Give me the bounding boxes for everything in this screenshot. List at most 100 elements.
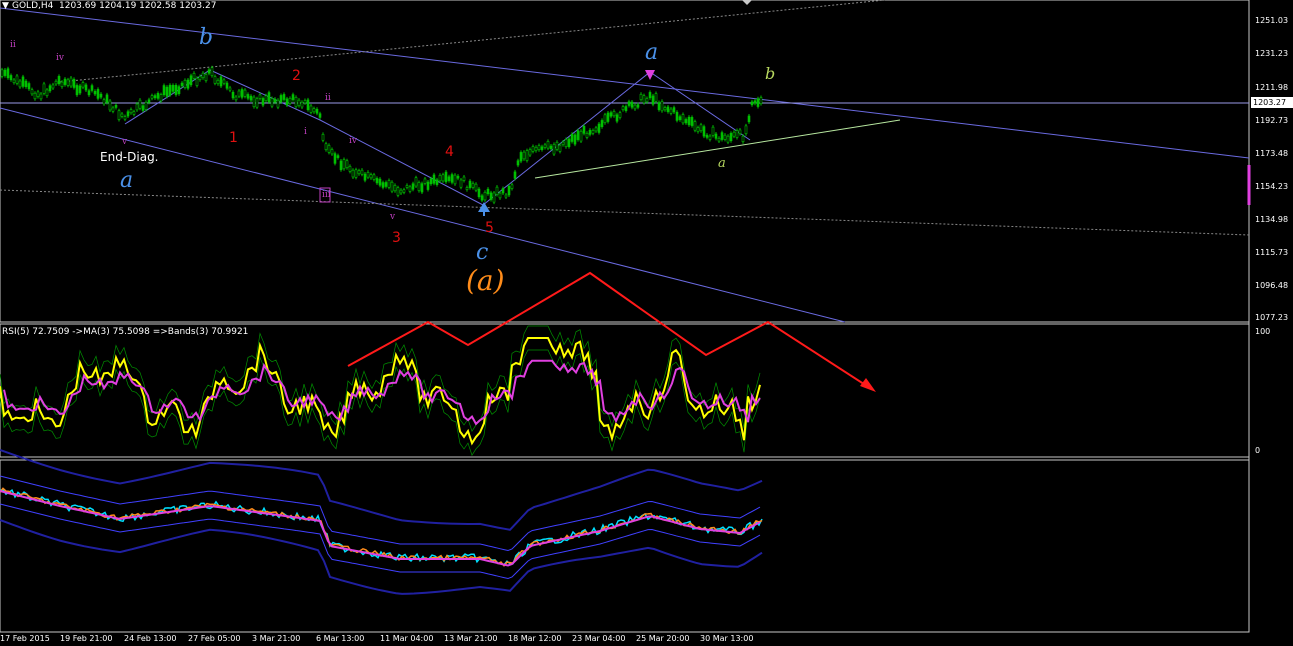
candle-body <box>708 135 712 140</box>
price-tick: 1251.03 <box>1255 16 1289 25</box>
candle-body <box>750 101 754 106</box>
candle-body <box>453 174 457 185</box>
wave-label-v: v <box>122 137 128 147</box>
candle-body <box>561 141 565 145</box>
candle-body <box>537 145 541 150</box>
wave-label-a-left: a <box>120 168 134 193</box>
candle-body <box>729 133 733 142</box>
candle-body <box>210 67 214 76</box>
candle-body <box>462 176 466 181</box>
rsi-bottom-value: 0 <box>1255 446 1261 455</box>
candle-body <box>630 101 634 108</box>
candle-body <box>546 141 550 149</box>
candle-body <box>399 189 403 194</box>
candle-body <box>123 116 127 120</box>
candle-body <box>309 105 313 113</box>
wave-label-a-top: a <box>645 40 659 65</box>
wave-label-5: 5 <box>485 220 494 236</box>
candle-body <box>159 94 163 102</box>
rsi-ma-line <box>3 359 761 426</box>
candle-body <box>477 188 481 198</box>
candle-body <box>681 114 685 124</box>
wave-label-i: i <box>304 127 307 137</box>
candle-body <box>252 96 256 107</box>
candle-body <box>3 69 7 76</box>
wave-label-c: c <box>476 240 489 265</box>
wave-label-4: 4 <box>445 144 454 160</box>
wave-label-2: 2 <box>292 68 301 84</box>
candle-body <box>138 99 142 109</box>
candle-body <box>258 94 262 99</box>
candle-body <box>261 98 265 106</box>
candle-body <box>321 134 325 141</box>
candle-body <box>372 174 376 180</box>
candle-body <box>195 77 199 86</box>
candle-body <box>486 188 490 195</box>
candle-body <box>63 78 67 85</box>
candle-body <box>582 125 586 134</box>
candle-body <box>381 182 385 188</box>
wave-label-3: 3 <box>392 230 401 246</box>
candle-body <box>249 95 253 101</box>
candle-body <box>438 174 442 182</box>
candle-body <box>717 137 721 142</box>
rsi-top-value: 100 <box>1255 327 1271 336</box>
rsi-panel-frame <box>0 323 1250 458</box>
chart-terminal[interactable] <box>0 0 1293 646</box>
candle-body <box>18 80 22 88</box>
candle-body <box>228 87 232 91</box>
candle-body <box>417 182 421 191</box>
candle-body <box>480 195 484 201</box>
time-tick: 3 Mar 21:00 <box>252 634 301 643</box>
candle-body <box>741 135 745 142</box>
candle-body <box>669 108 673 114</box>
candle-body <box>297 99 301 106</box>
candle-body <box>411 183 415 190</box>
candle-body <box>348 166 352 172</box>
candle-body <box>108 100 112 111</box>
candle-body <box>303 100 307 104</box>
candle-body <box>540 146 544 150</box>
candle-body <box>357 170 361 175</box>
candle-body <box>660 101 664 112</box>
menu-triangle-icon[interactable]: ▼ <box>2 1 9 12</box>
candle-body <box>504 194 508 198</box>
candle-body <box>558 144 562 152</box>
candle-body <box>264 95 268 101</box>
candle-body <box>288 98 292 104</box>
candle-body <box>468 180 472 188</box>
candle-body <box>744 125 748 135</box>
price-tick: 1077.23 <box>1255 313 1289 322</box>
scroll-marker-icon[interactable] <box>742 0 752 5</box>
candle-body <box>351 169 355 178</box>
candle-body <box>27 83 31 90</box>
time-tick: 27 Feb 05:00 <box>188 634 241 643</box>
candle-body <box>276 99 280 108</box>
time-tick: 13 Mar 21:00 <box>444 634 498 643</box>
candle-body <box>525 150 529 161</box>
candle-body <box>429 178 433 185</box>
candle-body <box>573 134 577 145</box>
candle-body <box>624 106 628 111</box>
candle-body <box>330 149 334 155</box>
candle-body <box>129 109 133 114</box>
candle-body <box>102 99 106 105</box>
candle-body <box>408 186 412 192</box>
candle-body <box>96 89 100 99</box>
candle-body <box>51 84 55 89</box>
candle-body <box>180 82 184 87</box>
candle-body <box>420 183 424 193</box>
candle-body <box>0 69 4 77</box>
ohlc-readout: 1203.69 1204.19 1202.58 1203.27 <box>59 1 217 11</box>
candle-body <box>237 90 241 97</box>
candle-body <box>24 80 28 87</box>
wave-label-iv-mid: iv <box>349 136 357 146</box>
candle-body <box>75 85 79 96</box>
candle-body <box>168 84 172 96</box>
candle-body <box>54 80 58 85</box>
candle-body <box>714 133 718 139</box>
candle-body <box>93 90 97 95</box>
candle-body <box>666 106 670 112</box>
time-tick: 11 Mar 04:00 <box>380 634 434 643</box>
wave-label-ii-mid: ii <box>325 93 331 103</box>
